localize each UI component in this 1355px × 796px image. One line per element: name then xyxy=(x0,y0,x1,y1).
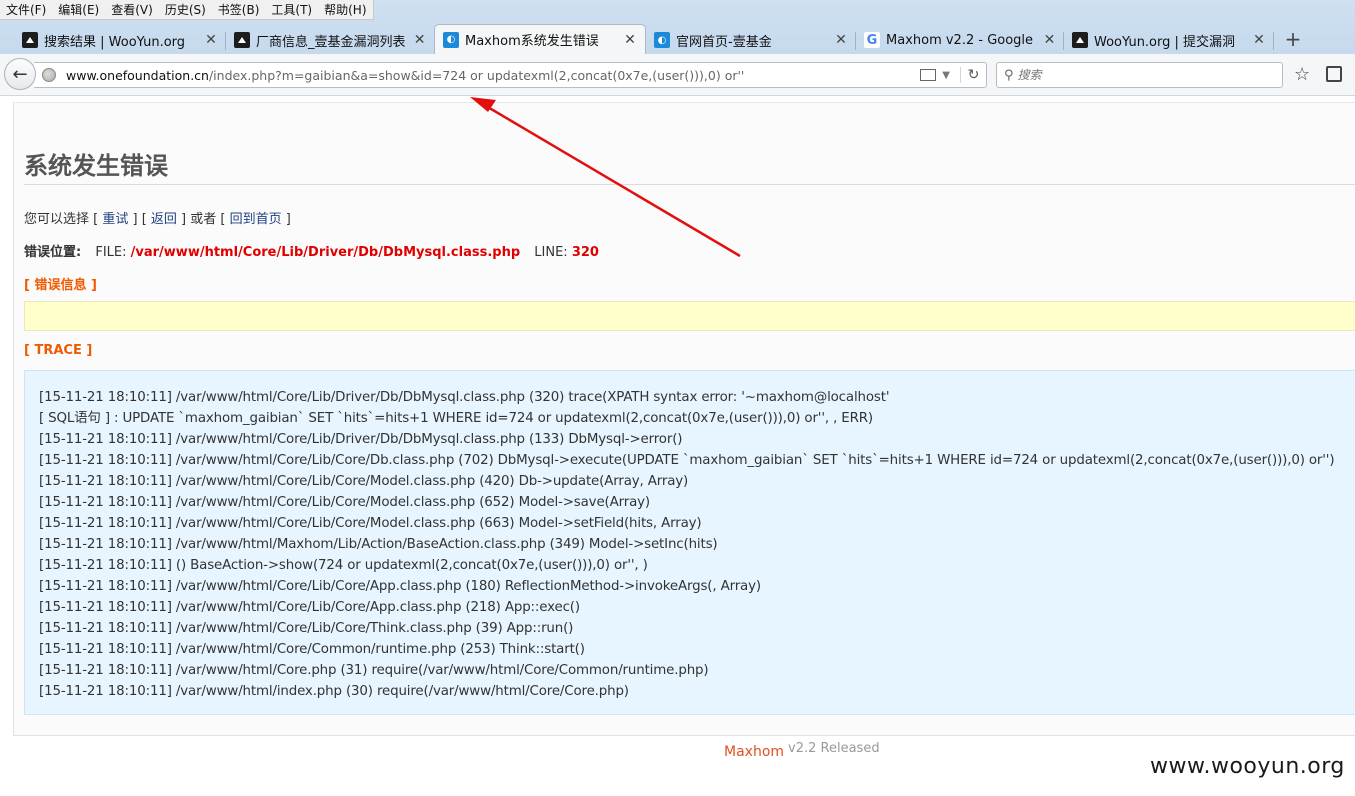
menu-view[interactable]: 查看(V) xyxy=(105,0,159,19)
trace-line: [15-11-21 18:10:11] /var/www/html/Core/L… xyxy=(39,579,761,594)
maxhom-favicon-icon: ◐ xyxy=(654,32,670,48)
trace-heading: [ TRACE ] xyxy=(24,343,93,358)
close-icon[interactable]: ✕ xyxy=(623,32,637,48)
error-info-box xyxy=(24,301,1355,331)
trace-line: [15-11-21 18:10:11] /var/www/html/Core/L… xyxy=(39,390,890,405)
options-separator: ] [ xyxy=(128,212,151,227)
trace-line: [15-11-21 18:10:11] /var/www/html/Core/C… xyxy=(39,642,585,657)
tab-wooyun-submit[interactable]: WooYun.org | 提交漏洞 ✕ xyxy=(1064,26,1274,54)
tab-onefoundation-home[interactable]: ◐ 官网首页-壹基金 ✕ xyxy=(646,26,856,54)
search-box[interactable]: ⚲ xyxy=(996,62,1283,88)
search-icon: ⚲ xyxy=(1004,67,1014,83)
new-tab-button[interactable]: + xyxy=(1280,28,1306,52)
trace-line: [15-11-21 18:10:11] /var/www/html/Core/L… xyxy=(39,432,683,447)
trace-line: [15-11-21 18:10:11] /var/www/html/Core/L… xyxy=(39,474,689,489)
reader-view-icon[interactable] xyxy=(920,69,937,81)
menu-bar: 文件(F) 编辑(E) 查看(V) 历史(S) 书签(B) 工具(T) 帮助(H… xyxy=(0,0,374,20)
maxhom-favicon-icon: ◐ xyxy=(443,31,459,48)
trace-line: [15-11-21 18:10:11] /var/www/html/Core/L… xyxy=(39,516,702,531)
tab-maxhom-error[interactable]: ◐ Maxhom系统发生错误 ✕ xyxy=(434,24,646,54)
tab-strip: 搜索结果 | WooYun.org ✕ 厂商信息_壹基金漏洞列表 ... ✕ ◐… xyxy=(0,24,1355,54)
address-bar[interactable]: www.onefoundation.cn/index.php?m=gaibian… xyxy=(34,62,987,88)
trace-line: [15-11-21 18:10:11] /var/www/html/index.… xyxy=(39,684,629,699)
error-file-path: /var/www/html/Core/Lib/Driver/Db/DbMysql… xyxy=(130,245,521,260)
trace-line: [ SQL语句 ] : UPDATE `maxhom_gaibian` SET … xyxy=(39,411,873,426)
menu-edit[interactable]: 编辑(E) xyxy=(52,0,105,19)
options-prefix: 您可以选择 [ xyxy=(24,212,103,227)
tab-label: 搜索结果 | WooYun.org xyxy=(44,34,186,50)
browser-chrome: 文件(F) 编辑(E) 查看(V) 历史(S) 书签(B) 工具(T) 帮助(H… xyxy=(0,0,1355,96)
reload-icon[interactable]: ↻ xyxy=(960,67,986,83)
footer-brand[interactable]: Maxhom xyxy=(724,744,784,760)
arrow-left-icon: ← xyxy=(12,63,28,85)
options-line: 您可以选择 [ 重试 ] [ 返回 ] 或者 [ 回到首页 ] xyxy=(24,208,291,227)
search-input[interactable] xyxy=(1017,68,1258,82)
navigation-bar: www.onefoundation.cn/index.php?m=gaibian… xyxy=(0,54,1355,96)
trace-box: [15-11-21 18:10:11] /var/www/html/Core/L… xyxy=(24,370,1355,715)
error-line-number: 320 xyxy=(571,245,599,260)
tab-label: 厂商信息_壹基金漏洞列表 ... xyxy=(256,34,408,50)
back-button[interactable]: ← xyxy=(4,58,36,90)
watermark: www.wooyun.org xyxy=(1150,754,1345,779)
url-path: /index.php?m=gaibian&a=show&id=724 or up… xyxy=(208,67,745,83)
file-label: FILE: xyxy=(95,245,127,260)
home-link[interactable]: 回到首页 xyxy=(230,212,282,227)
url-host: www.onefoundation.cn xyxy=(66,67,209,83)
tab-vendor-info[interactable]: 厂商信息_壹基金漏洞列表 ... ✕ xyxy=(226,26,434,54)
trace-line: [15-11-21 18:10:11] /var/www/html/Core.p… xyxy=(39,663,709,678)
close-icon[interactable]: ✕ xyxy=(413,32,426,48)
close-icon[interactable]: ✕ xyxy=(204,32,218,48)
trace-line: [15-11-21 18:10:11] () BaseAction->show(… xyxy=(39,558,648,573)
tab-label: WooYun.org | 提交漏洞 xyxy=(1094,34,1236,50)
trace-line: [15-11-21 18:10:11] /var/www/html/Core/L… xyxy=(39,621,574,636)
close-icon[interactable]: ✕ xyxy=(1252,32,1266,48)
wooyun-favicon-icon xyxy=(234,32,250,48)
page-title: 系统发生错误 xyxy=(24,152,168,180)
trace-line: [15-11-21 18:10:11] /var/www/html/Core/L… xyxy=(39,495,651,510)
menu-file[interactable]: 文件(F) xyxy=(0,0,52,19)
trace-line: [15-11-21 18:10:11] /var/www/html/Core/L… xyxy=(39,600,580,615)
options-separator: ] 或者 [ xyxy=(176,212,230,227)
footer: Maxhom v2.2 Released xyxy=(724,741,880,760)
chevron-down-icon[interactable]: ▼ xyxy=(942,70,950,81)
globe-icon xyxy=(42,68,56,82)
tab-label: Maxhom v2.2 - Google ... xyxy=(886,32,1038,48)
error-info-heading: [ 错误信息 ] xyxy=(24,278,97,293)
back-link[interactable]: 返回 xyxy=(151,212,177,227)
trace-line: [15-11-21 18:10:11] /var/www/html/Maxhom… xyxy=(39,537,718,552)
close-icon[interactable]: ✕ xyxy=(1043,32,1056,48)
footer-version: v2.2 Released xyxy=(788,741,880,756)
options-suffix: ] xyxy=(281,212,291,227)
wooyun-favicon-icon xyxy=(22,32,38,48)
url-text[interactable]: www.onefoundation.cn/index.php?m=gaibian… xyxy=(66,68,920,83)
retry-link[interactable]: 重试 xyxy=(102,212,128,227)
trace-line: [15-11-21 18:10:11] /var/www/html/Core/L… xyxy=(39,453,1335,468)
close-icon[interactable]: ✕ xyxy=(834,32,848,48)
menu-history[interactable]: 历史(S) xyxy=(159,0,212,19)
tab-label: 官网首页-壹基金 xyxy=(676,34,772,50)
bookmark-star-icon[interactable]: ☆ xyxy=(1294,64,1310,85)
menu-help[interactable]: 帮助(H) xyxy=(318,0,372,19)
error-location: 错误位置: FILE: /var/www/html/Core/Lib/Drive… xyxy=(24,241,599,260)
tab-google-search[interactable]: G Maxhom v2.2 - Google ... ✕ xyxy=(856,26,1064,54)
wooyun-favicon-icon xyxy=(1072,32,1088,48)
menu-tools[interactable]: 工具(T) xyxy=(265,0,318,19)
library-icon[interactable] xyxy=(1326,66,1342,82)
line-label: LINE: xyxy=(534,245,568,260)
tab-wooyun-search[interactable]: 搜索结果 | WooYun.org ✕ xyxy=(14,26,226,54)
tab-label: Maxhom系统发生错误 xyxy=(465,34,599,49)
google-favicon-icon: G xyxy=(864,32,880,48)
menu-bookmarks[interactable]: 书签(B) xyxy=(212,0,266,19)
error-location-label: 错误位置: xyxy=(24,245,82,260)
title-divider xyxy=(24,184,1355,185)
